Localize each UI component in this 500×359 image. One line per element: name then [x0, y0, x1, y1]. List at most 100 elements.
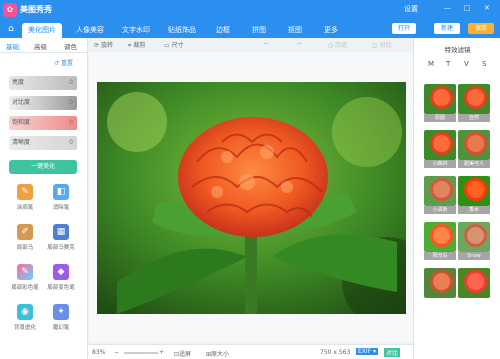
eraser-icon: ◧	[53, 184, 69, 200]
filter-thumb[interactable]: 自然	[458, 84, 490, 122]
tab-color[interactable]: 调色	[64, 41, 77, 51]
filter-tab-m[interactable]: M	[428, 60, 434, 68]
sharpness-value: 0	[69, 139, 73, 146]
tool-label: 局部彩色笔	[11, 285, 39, 291]
tab-frame[interactable]: 边框	[208, 23, 238, 38]
history-label: 历史	[335, 42, 348, 49]
tab-portrait[interactable]: 人像美容	[70, 23, 110, 38]
tool-change-color[interactable]: ◆ 局部变色笔	[46, 264, 76, 296]
filter-thumb-image	[458, 130, 490, 160]
tool-mosaic[interactable]: ▦ 局部马赛克	[46, 224, 76, 256]
filter-thumb[interactable]: 小森林	[424, 130, 456, 168]
tool-label: 涂鸦笔	[16, 205, 34, 211]
adjust-tabs: 基础 高级 调色	[0, 38, 87, 53]
filter-tab-v[interactable]: V	[464, 60, 469, 68]
compare-icon: ◫	[372, 42, 378, 49]
zoom-slider[interactable]	[124, 352, 158, 354]
save-button[interactable]: 保存	[468, 23, 494, 34]
brightness-slider[interactable]: 亮度 0	[9, 76, 77, 90]
contrast-slider[interactable]: 对比度 0	[9, 96, 77, 110]
tab-basic[interactable]: 基础	[6, 41, 19, 51]
compare-button[interactable]: ◫ 对比	[372, 40, 392, 49]
filter-thumb[interactable]: 阳光白	[424, 222, 456, 260]
rotate-button[interactable]: ⟳ 旋转	[94, 40, 113, 49]
filter-thumb[interactable]: 香水	[458, 176, 490, 214]
filter-thumb-image	[424, 222, 456, 252]
contrast-button[interactable]: 对比	[384, 348, 401, 357]
actual-size-label: 原大小	[211, 351, 230, 358]
rotate-label: 旋转	[100, 42, 113, 49]
filter-thumb-image	[424, 268, 456, 298]
app-window: ✿ 美图秀秀 设置 — □ ✕ ⌂ 美化图片 人像美容 文字水印 贴纸饰品 边框…	[0, 0, 500, 359]
saturation-label: 饱和度	[12, 119, 31, 126]
brightness-value: 0	[69, 79, 73, 86]
exif-button[interactable]: EXIF ▾	[356, 348, 379, 355]
tab-text[interactable]: 文字水印	[116, 23, 156, 38]
resize-icon: ▭	[164, 42, 170, 49]
undo-button[interactable]: ←	[264, 40, 269, 47]
filter-thumb[interactable]: 原图	[424, 84, 456, 122]
close-button[interactable]: ✕	[484, 4, 490, 12]
crop-button[interactable]: ⌗ 裁剪	[128, 40, 145, 50]
tool-label: 魔幻笔	[52, 325, 70, 331]
sharpness-slider[interactable]: 清晰度 0	[9, 136, 77, 150]
filter-thumb[interactable]	[424, 268, 456, 298]
home-icon[interactable]: ⌂	[4, 23, 18, 35]
open-button[interactable]: 打开	[392, 23, 416, 34]
tool-color-pen[interactable]: ✎ 局部彩色笔	[10, 264, 40, 296]
maximize-button[interactable]: □	[464, 4, 471, 12]
redo-button[interactable]: →	[296, 40, 301, 47]
filter-thumb[interactable]: 小清新	[424, 176, 456, 214]
new-button[interactable]: 新建	[434, 23, 460, 34]
tab-cutout[interactable]: 抠图	[280, 23, 310, 38]
tab-beautify[interactable]: 美化图片	[22, 23, 62, 38]
tab-more[interactable]: 更多	[316, 23, 346, 38]
status-bar: 83% − + ⊡适屏 ⊞原大小 750 x 563 EXIF ▾ 对比	[88, 344, 413, 359]
actual-size-button[interactable]: ⊞原大小	[206, 349, 229, 358]
zoom-in-icon[interactable]: +	[159, 349, 164, 356]
tool-magic-pen[interactable]: ✦ 魔幻笔	[46, 304, 76, 336]
main-nav: ⌂ 美化图片 人像美容 文字水印 贴纸饰品 边框 拼图 抠图 更多 打开 新建 …	[0, 20, 500, 38]
filter-thumb-image	[424, 130, 456, 160]
filter-tab-s[interactable]: S	[482, 60, 486, 68]
reset-button[interactable]: ↺ 重置	[54, 58, 73, 67]
tool-background-blur[interactable]: ◉ 背景虚化	[10, 304, 40, 336]
image-canvas[interactable]	[89, 52, 413, 342]
filter-thumb[interactable]	[458, 268, 490, 298]
filter-tab-t[interactable]: T	[446, 60, 450, 68]
filter-thumb[interactable]: Snow	[458, 222, 490, 260]
zoom-out-icon[interactable]: −	[114, 349, 119, 356]
filter-name: 甜美可人	[458, 160, 490, 168]
app-title: 美图秀秀	[20, 5, 52, 14]
contrast-label: 对比度	[12, 99, 31, 106]
tab-sticker[interactable]: 贴纸饰品	[162, 23, 202, 38]
filter-name: 小森林	[424, 160, 456, 168]
tab-advanced[interactable]: 高级	[34, 41, 47, 51]
filter-panel: 特效滤镜 M T V S 原图 自然 小森林 甜美可人 小清新 香水 阳光白 S…	[413, 38, 500, 359]
filter-thumb-image	[458, 84, 490, 114]
tool-label: 背景虚化	[13, 325, 36, 331]
mosaic-icon: ▦	[53, 224, 69, 240]
filter-thumb[interactable]: 甜美可人	[458, 130, 490, 168]
settings-button[interactable]: 设置	[404, 4, 418, 14]
tool-label: 消除笔	[52, 205, 70, 211]
change-color-icon: ◆	[53, 264, 69, 280]
minimize-button[interactable]: —	[444, 4, 451, 12]
image-dimensions: 750 x 563	[320, 349, 351, 356]
brush-icon: ✐	[17, 224, 33, 240]
fit-screen-button[interactable]: ⊡适屏	[174, 349, 191, 358]
tab-collage[interactable]: 拼图	[244, 23, 274, 38]
history-button[interactable]: ◷ 历史	[328, 40, 347, 49]
tool-brush[interactable]: ✐ 局部马	[10, 224, 40, 256]
filter-name: Snow	[458, 252, 490, 260]
crop-label: 裁剪	[133, 42, 146, 49]
tool-label: 局部变色笔	[47, 285, 75, 291]
filter-thumb-image	[458, 176, 490, 206]
filter-thumb-image	[424, 176, 456, 206]
one-key-beautify-button[interactable]: 一键美化	[9, 160, 77, 174]
saturation-slider[interactable]: 饱和度 0	[9, 116, 77, 130]
tool-eraser[interactable]: ◧ 消除笔	[46, 184, 76, 216]
filter-name: 阳光白	[424, 252, 456, 260]
tool-doodle-pen[interactable]: ✎ 涂鸦笔	[10, 184, 40, 216]
resize-button[interactable]: ▭ 尺寸	[164, 40, 184, 49]
